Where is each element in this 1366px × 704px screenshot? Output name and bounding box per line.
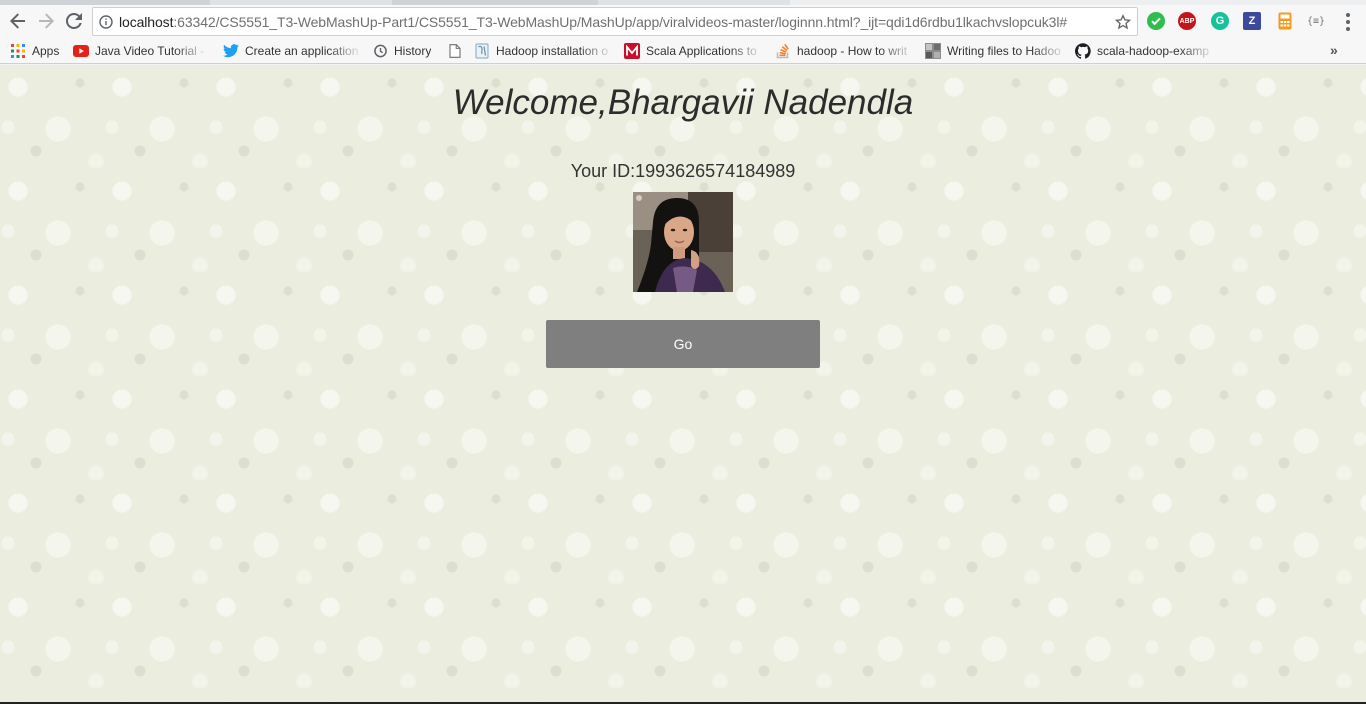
- url-host: localhost: [119, 13, 174, 30]
- mapr-logo-icon: [624, 43, 640, 59]
- bookmark-scala-applications[interactable]: Scala Applications to: [624, 41, 764, 61]
- bookmarks-overflow-button[interactable]: »: [1330, 42, 1338, 58]
- reload-button[interactable]: [61, 8, 87, 34]
- apps-grid-icon: [10, 43, 26, 59]
- bookmark-apps[interactable]: Apps: [10, 41, 72, 61]
- reload-icon: [66, 13, 82, 29]
- bookmark-label: hadoop - How to writ: [797, 44, 908, 58]
- youtube-icon: [73, 43, 89, 59]
- bookmark-hadoop-how-to-write[interactable]: hadoop - How to writ: [775, 41, 915, 61]
- z-extension-icon[interactable]: Z: [1243, 12, 1261, 30]
- stackoverflow-icon: [775, 43, 791, 59]
- user-id-text: Your ID:1993626574184989: [570, 161, 796, 181]
- forward-button[interactable]: [33, 8, 59, 34]
- avatar: [633, 192, 733, 292]
- bookmark-scala-hadoop-example[interactable]: scala-hadoop-examp: [1075, 41, 1215, 61]
- profile-photo: [633, 192, 733, 292]
- url-text[interactable]: localhost:63342/CS5551_T3-WebMashUp-Part…: [119, 14, 1109, 30]
- bookmark-label: Java Video Tutorial -: [95, 44, 205, 58]
- address-bar[interactable]: localhost:63342/CS5551_T3-WebMashUp-Part…: [92, 7, 1138, 36]
- json-formatter-icon[interactable]: {≡}: [1305, 12, 1327, 30]
- bookmark-label: Hadoop installation o: [496, 44, 609, 58]
- bookmark-writing-files-to-hadoop[interactable]: Writing files to Hadoo: [925, 41, 1067, 61]
- url-path: :63342/CS5551_T3-WebMashUp-Part1/CS5551_…: [173, 13, 1068, 30]
- grammarly-icon[interactable]: G: [1211, 12, 1229, 30]
- bookmark-hadoop-installation[interactable]: Hadoop installation o: [474, 41, 614, 61]
- browser-menu-icon[interactable]: [1340, 11, 1356, 33]
- bookmark-create-application[interactable]: Create an application: [223, 41, 363, 61]
- blank-page-icon: [447, 43, 463, 59]
- bookmark-label: History: [394, 44, 432, 58]
- thumbnail-icon: [925, 43, 941, 59]
- page-content: Welcome,Bhargavii Nadendla Your ID:19936…: [0, 65, 1366, 704]
- bookmark-label: Scala Applications to: [646, 44, 757, 58]
- go-button[interactable]: Go: [546, 320, 820, 368]
- bookmark-label: Apps: [32, 44, 60, 58]
- bookmark-label: scala-hadoop-examp: [1097, 44, 1210, 58]
- history-clock-icon: [372, 43, 388, 59]
- hadoop-elephant-icon: [474, 43, 490, 59]
- info-icon[interactable]: [93, 8, 119, 35]
- browser-toolbar: localhost:63342/CS5551_T3-WebMashUp-Part…: [0, 5, 1366, 38]
- twitter-bird-icon: [223, 43, 239, 59]
- bookmark-label: Create an application: [245, 44, 359, 58]
- back-button[interactable]: [5, 8, 31, 34]
- welcome-heading: Welcome,Bhargavii Nadendla: [452, 83, 914, 122]
- calculator-extension-icon[interactable]: [1276, 12, 1294, 30]
- bookmark-java-video-tutorial[interactable]: Java Video Tutorial -: [73, 41, 209, 61]
- adblock-plus-icon[interactable]: ABP: [1178, 12, 1196, 30]
- bookmarks-bar: Apps Java Video Tutorial - Create an app…: [0, 38, 1366, 64]
- bookmark-star-icon[interactable]: [1109, 8, 1137, 35]
- github-icon: [1075, 43, 1091, 59]
- green-check-extension-icon[interactable]: [1147, 12, 1165, 30]
- arrow-right-icon: [39, 13, 54, 29]
- bookmark-blank-page[interactable]: [447, 41, 467, 61]
- arrow-left-icon: [10, 13, 25, 29]
- bookmark-history[interactable]: History: [372, 41, 442, 61]
- bookmark-label: Writing files to Hadoo: [947, 44, 1061, 58]
